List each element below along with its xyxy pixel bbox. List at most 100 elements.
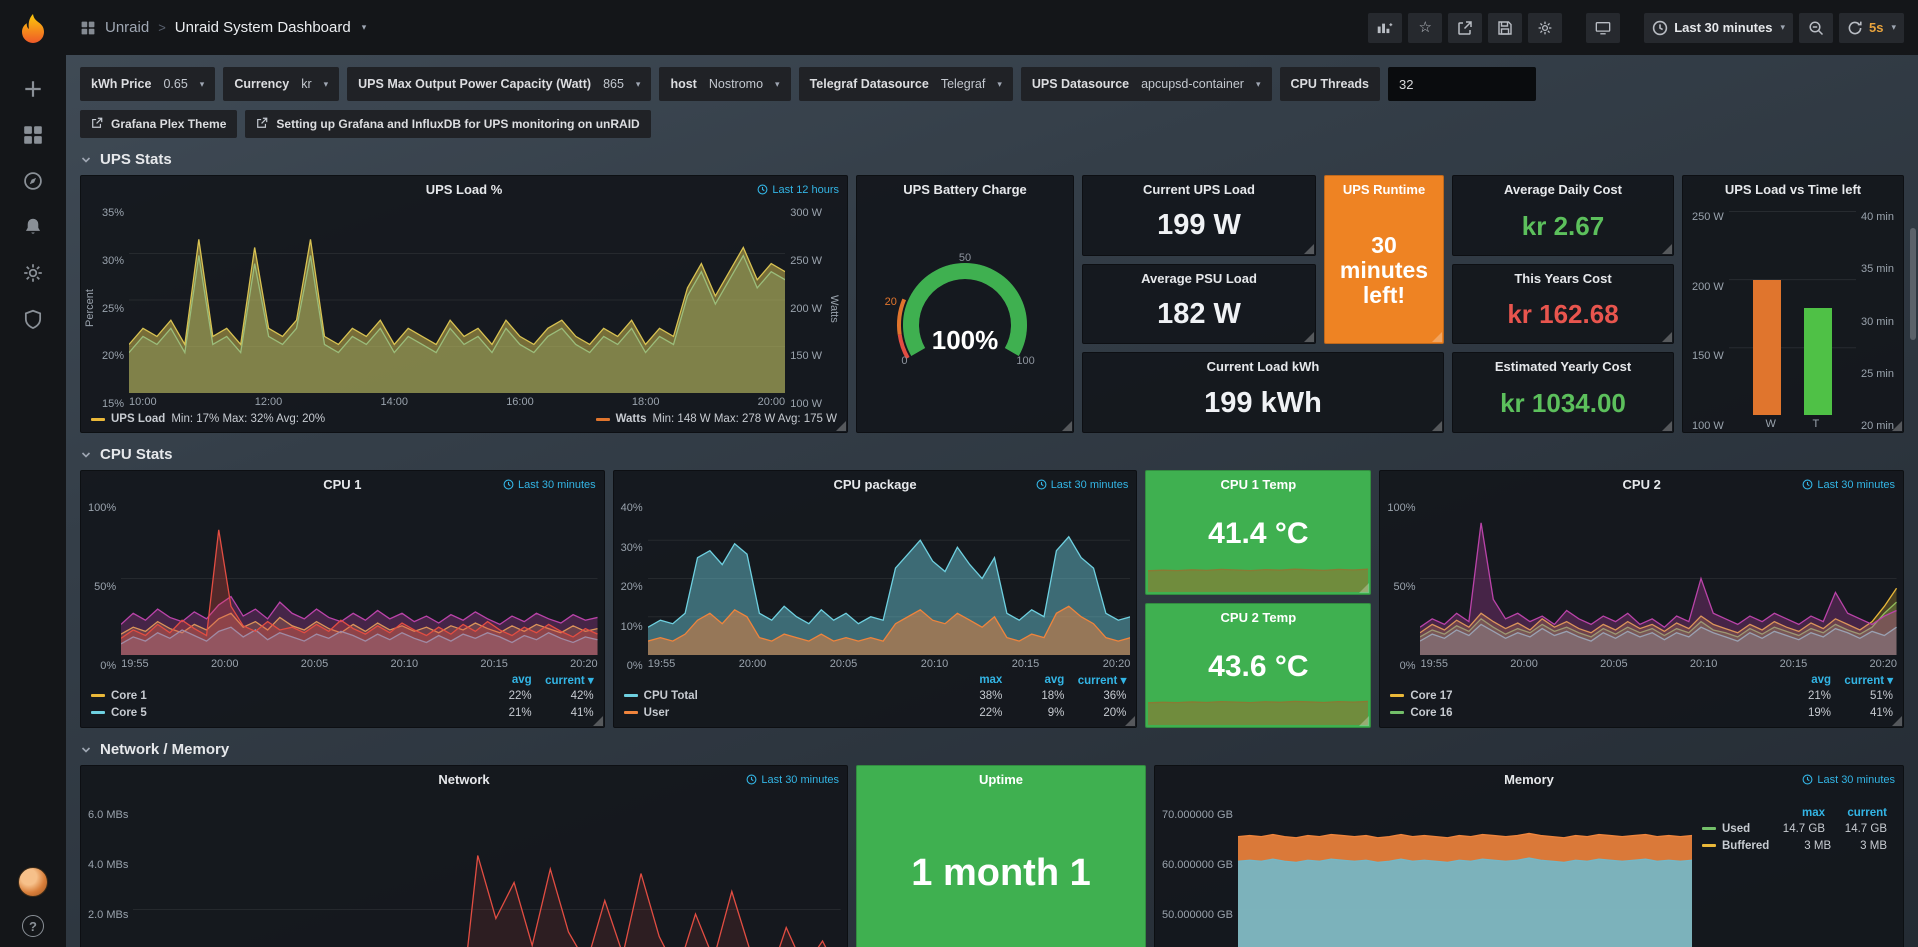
panel-title[interactable]: Memory	[1504, 772, 1554, 787]
legend-column-current[interactable]: current ▾	[1837, 673, 1893, 687]
star-button[interactable]: ☆	[1408, 13, 1442, 43]
panel-resize-handle[interactable]	[1662, 244, 1672, 254]
help-icon[interactable]: ?	[22, 915, 44, 937]
breadcrumb-page[interactable]: Unraid System Dashboard	[175, 19, 351, 36]
scrollbar-thumb[interactable]	[1910, 228, 1916, 340]
panel-title[interactable]: Network	[438, 772, 489, 787]
dashboards-grid-icon[interactable]	[22, 124, 44, 146]
panel-title[interactable]: Current Load kWh	[1083, 359, 1443, 374]
panel-time-badge[interactable]: Last 12 hours	[757, 176, 839, 203]
settings-gear-icon[interactable]	[22, 262, 44, 284]
panel-resize-handle[interactable]	[1125, 716, 1135, 726]
legend-column-current[interactable]: current	[1831, 807, 1887, 819]
panel-title[interactable]: UPS Battery Charge	[903, 182, 1027, 197]
panel-title[interactable]: CPU 2 Temp	[1146, 610, 1370, 625]
panel-title[interactable]: UPS Load %	[426, 182, 503, 197]
series-name[interactable]: Core 1	[111, 690, 147, 702]
panel-resize-handle[interactable]	[1662, 421, 1672, 431]
share-button[interactable]	[1448, 13, 1482, 43]
save-button[interactable]	[1488, 13, 1522, 43]
panel-resize-handle[interactable]	[836, 421, 846, 431]
chart-plot[interactable]	[133, 797, 841, 947]
dashboard-link-setting-up-grafana-and-influxdb-for-ups-monitoring-on-unraid[interactable]: Setting up Grafana and InfluxDB for UPS …	[245, 110, 650, 138]
panel-title[interactable]: CPU package	[833, 477, 916, 492]
legend-column-avg[interactable]: avg	[1008, 674, 1064, 686]
section-network-memory[interactable]: Network / Memory	[80, 741, 1904, 758]
legend-column-current[interactable]: current ▾	[538, 673, 594, 687]
series-name[interactable]: Core 5	[111, 707, 147, 719]
legend-item-watts[interactable]: WattsMin: 148 W Max: 278 W Avg: 175 W	[596, 413, 837, 425]
chart-plot[interactable]	[121, 502, 598, 655]
panel-resize-handle[interactable]	[1892, 716, 1902, 726]
chart-plot[interactable]	[1420, 502, 1897, 655]
panel-resize-handle[interactable]	[1892, 421, 1902, 431]
search-minus-icon	[1808, 20, 1824, 36]
panel-title[interactable]: Average PSU Load	[1083, 271, 1315, 286]
variable-host[interactable]: hostNostromo▾	[659, 67, 790, 101]
series-name[interactable]: Core 16	[1410, 707, 1452, 719]
legend-column-avg[interactable]: avg	[1775, 674, 1831, 686]
panel-resize-handle[interactable]	[1359, 716, 1369, 726]
panel-title[interactable]: This Years Cost	[1453, 271, 1673, 286]
panel-title[interactable]: CPU 1 Temp	[1146, 477, 1370, 492]
panel-title[interactable]: Average Daily Cost	[1453, 182, 1673, 197]
admin-shield-icon[interactable]	[22, 308, 44, 330]
panel-resize-handle[interactable]	[593, 716, 603, 726]
panel-time-badge[interactable]: Last 30 minutes	[1802, 766, 1895, 793]
time-picker[interactable]: Last 30 minutes ▾	[1644, 13, 1793, 43]
alert-bell-icon[interactable]	[22, 216, 44, 238]
panel-resize-handle[interactable]	[1432, 332, 1442, 342]
variable-kwh-price[interactable]: kWh Price0.65▾	[80, 67, 215, 101]
legend-item-ups-load[interactable]: UPS LoadMin: 17% Max: 32% Avg: 20%	[91, 413, 325, 425]
panel-resize-handle[interactable]	[1432, 421, 1442, 431]
refresh-button[interactable]: 5s ▾	[1839, 13, 1904, 43]
series-name[interactable]: Core 17	[1410, 690, 1452, 702]
panel-time-badge[interactable]: Last 30 minutes	[1802, 471, 1895, 498]
panel-title[interactable]: CPU 1	[323, 477, 361, 492]
chevron-down-icon[interactable]: ▾	[362, 22, 367, 33]
series-name[interactable]: User	[644, 707, 670, 719]
bar-plot[interactable]	[1729, 211, 1856, 415]
chart-plot[interactable]	[1238, 797, 1692, 947]
panel-time-badge[interactable]: Last 30 minutes	[1036, 471, 1129, 498]
panel-title[interactable]: UPS Load vs Time left	[1725, 182, 1861, 197]
panel-resize-handle[interactable]	[1304, 332, 1314, 342]
dashboard-settings-button[interactable]	[1528, 13, 1562, 43]
explore-compass-icon[interactable]	[22, 170, 44, 192]
section-ups-stats[interactable]: UPS Stats	[80, 151, 1904, 168]
dashboard-link-grafana-plex-theme[interactable]: Grafana Plex Theme	[80, 110, 237, 138]
series-name[interactable]: Buffered	[1722, 840, 1769, 852]
panel-resize-handle[interactable]	[1359, 583, 1369, 593]
cycle-view-button[interactable]	[1586, 13, 1620, 43]
grafana-logo[interactable]	[13, 12, 53, 52]
chart-plot[interactable]	[129, 207, 785, 393]
variable-telegraf-datasource[interactable]: Telegraf DatasourceTelegraf▾	[799, 67, 1013, 101]
variable-ups-datasource[interactable]: UPS Datasourceapcupsd-container▾	[1021, 67, 1272, 101]
series-name[interactable]: CPU Total	[644, 690, 698, 702]
chart-plot[interactable]	[648, 502, 1131, 655]
panel-time-badge[interactable]: Last 30 minutes	[503, 471, 596, 498]
add-panel-button[interactable]	[1368, 13, 1402, 43]
zoom-out-button[interactable]	[1799, 13, 1833, 43]
panel-time-badge[interactable]: Last 30 minutes	[746, 766, 839, 793]
panel-title[interactable]: Estimated Yearly Cost	[1453, 359, 1673, 374]
panel-resize-handle[interactable]	[1662, 332, 1672, 342]
section-cpu-stats[interactable]: CPU Stats	[80, 446, 1904, 463]
series-name[interactable]: Used	[1722, 823, 1750, 835]
panel-title[interactable]: UPS Runtime	[1325, 182, 1443, 197]
variable-currency[interactable]: Currencykr▾	[223, 67, 339, 101]
panel-title[interactable]: CPU 2	[1623, 477, 1661, 492]
plus-icon[interactable]	[22, 78, 44, 100]
panel-resize-handle[interactable]	[1304, 244, 1314, 254]
panel-title[interactable]: Uptime	[857, 772, 1145, 787]
variable-ups-max-output-power-capacity-watt[interactable]: UPS Max Output Power Capacity (Watt)865▾	[347, 67, 651, 101]
user-avatar[interactable]	[18, 867, 48, 897]
legend-column-max[interactable]: max	[946, 674, 1002, 686]
legend-column-current[interactable]: current ▾	[1070, 673, 1126, 687]
variable-input-cpu-threads[interactable]	[1388, 67, 1536, 101]
panel-resize-handle[interactable]	[1062, 421, 1072, 431]
legend-column-max[interactable]: max	[1769, 807, 1825, 819]
legend-column-avg[interactable]: avg	[476, 674, 532, 686]
breadcrumb-app[interactable]: Unraid	[105, 19, 149, 36]
panel-title[interactable]: Current UPS Load	[1083, 182, 1315, 197]
